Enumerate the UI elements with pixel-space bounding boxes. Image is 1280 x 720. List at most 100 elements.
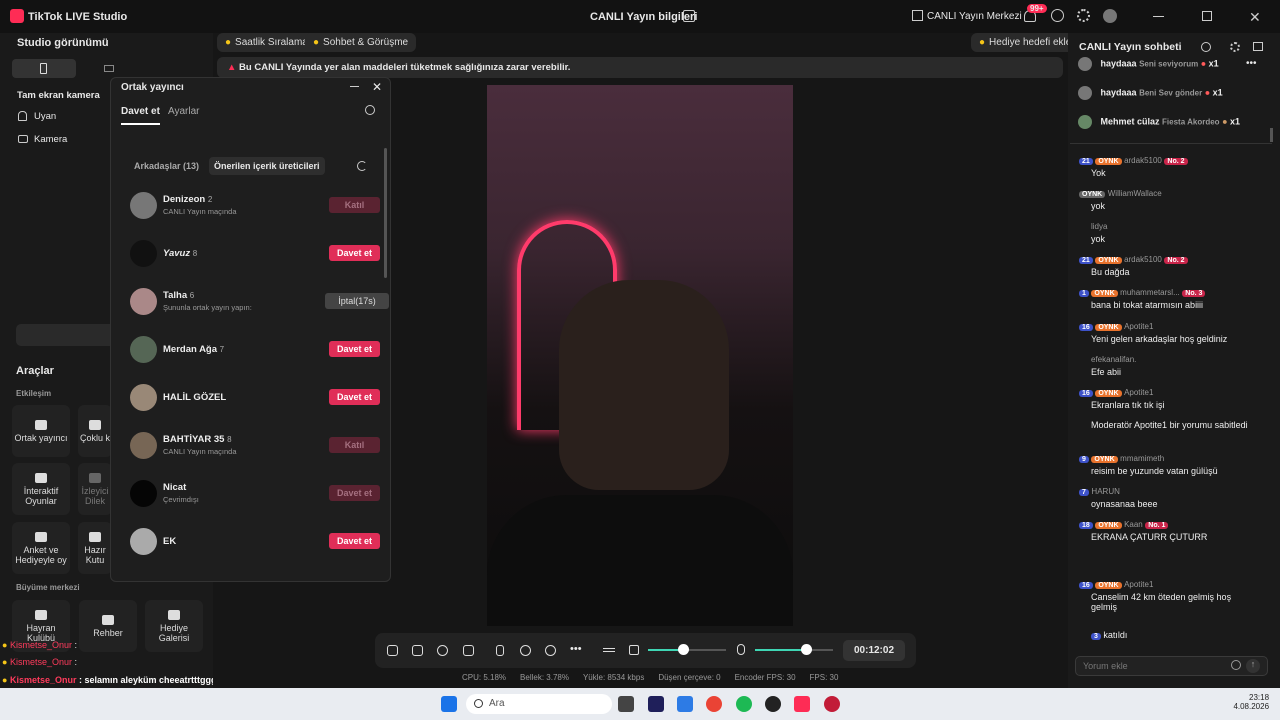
- tab-invite[interactable]: Davet et: [121, 106, 160, 125]
- tool-guide[interactable]: Rehber: [79, 600, 137, 652]
- refresh-icon[interactable]: [357, 161, 367, 171]
- row-sub: Şununla ortak yayın yapın:: [163, 303, 252, 312]
- mail-icon[interactable]: [677, 696, 693, 712]
- chat-text: katıldı: [1103, 630, 1128, 640]
- tool-wishes[interactable]: İzleyici Dilek: [78, 463, 112, 515]
- maximize-icon[interactable]: [1202, 11, 1212, 21]
- invite-button[interactable]: Davet et: [329, 389, 380, 405]
- source-item-uyan[interactable]: Uyan: [34, 111, 56, 122]
- join-button[interactable]: Katıl: [329, 437, 380, 453]
- invite-button[interactable]: Davet et: [329, 341, 380, 357]
- volume-handle[interactable]: [678, 644, 689, 655]
- taskview-icon[interactable]: [618, 696, 634, 712]
- info-icon[interactable]: [1201, 42, 1211, 52]
- close-icon[interactable]: ✕: [1249, 9, 1261, 26]
- tool-co-host[interactable]: Ortak yayıncı: [12, 405, 70, 457]
- live-center-button[interactable]: CANLI Yayın Merkezi: [927, 11, 1022, 22]
- more-icon[interactable]: •••: [1246, 58, 1257, 69]
- phone-icon[interactable]: [496, 645, 504, 656]
- minimize-icon[interactable]: [350, 86, 359, 87]
- effects-icon[interactable]: [387, 645, 398, 656]
- broadcast-icon[interactable]: [545, 645, 556, 656]
- cancel-button[interactable]: İptal(17s): [325, 293, 389, 309]
- chat-meet-button[interactable]: ● Sohbet & Görüşme: [305, 33, 417, 52]
- list-item: BAHTİYAR 35 8 CANLI Yayın maçında Katıl: [130, 425, 380, 465]
- mic-icon[interactable]: [737, 644, 745, 655]
- chat-text: Yok: [1091, 168, 1106, 178]
- send-icon[interactable]: ↑: [1246, 659, 1260, 673]
- mic-handle[interactable]: [801, 644, 812, 655]
- taskbar-search[interactable]: Ara: [466, 694, 612, 714]
- add-icon[interactable]: [463, 645, 474, 656]
- layout-icon[interactable]: [412, 645, 423, 656]
- landscape-icon[interactable]: [104, 65, 114, 72]
- row-count: 6: [189, 291, 195, 300]
- tool-games[interactable]: İnteraktif Oyunlar: [12, 463, 70, 515]
- search-icon[interactable]: [365, 105, 375, 115]
- chat-message: 16 OYNK Apotite1 Canselim 42 km öteden ge…: [1079, 579, 1274, 612]
- suggested-tab[interactable]: Önerilen içerik üreticileri: [209, 157, 325, 175]
- tool-label: İzleyici Dilek: [81, 485, 109, 506]
- chrome-icon[interactable]: [706, 696, 722, 712]
- settings-icon[interactable]: [1077, 9, 1090, 22]
- tool-poll[interactable]: Anket ve Hediyeyle oy: [12, 522, 70, 574]
- level-badge: 7: [1079, 489, 1089, 496]
- record-icon[interactable]: [520, 645, 531, 656]
- tool-multi[interactable]: Çoklu k: [78, 405, 112, 457]
- app-icon[interactable]: [765, 696, 781, 712]
- minimize-icon[interactable]: [1153, 16, 1164, 17]
- friends-tab[interactable]: Arkadaşlar (13): [134, 161, 199, 171]
- studio-view-dropdown[interactable]: Studio görünümü: [17, 37, 109, 49]
- emoji-icon[interactable]: [1231, 660, 1241, 670]
- app-icon[interactable]: [648, 696, 664, 712]
- invite-button[interactable]: Davet et: [329, 245, 380, 261]
- ai-icon[interactable]: [437, 645, 448, 656]
- spotify-icon[interactable]: [736, 696, 752, 712]
- overlay-user: Kismetse_Onur: [9, 675, 77, 685]
- invite-button[interactable]: Davet et: [329, 485, 380, 501]
- more-icon[interactable]: •••: [570, 643, 582, 655]
- engagement-title: Etkileşim: [16, 389, 52, 398]
- list-item: Merdan Ağa 7 Davet et: [130, 329, 380, 369]
- gift-icon: [168, 609, 180, 620]
- settings-icon[interactable]: [1230, 42, 1240, 52]
- share-icon[interactable]: [683, 10, 695, 22]
- chat-message: 16 OYNK Apotite1 Ekranlara tık tık işi: [1079, 387, 1274, 410]
- join-button[interactable]: Katıl: [329, 197, 380, 213]
- help-icon[interactable]: [1051, 9, 1064, 22]
- speaker-icon[interactable]: [629, 645, 639, 655]
- level-badge: 1: [1079, 290, 1089, 297]
- tool-gift-gallery[interactable]: Hediye Galerisi: [145, 600, 203, 652]
- tool-box[interactable]: Hazır Kutu: [78, 522, 112, 574]
- avatar[interactable]: [1103, 9, 1117, 23]
- gift-row: haydaaa Beni Sev gönder ● x1: [1078, 86, 1273, 100]
- clock-time: 23:18: [1249, 693, 1270, 702]
- tiktok-studio-icon[interactable]: [794, 696, 810, 712]
- mixer-icon[interactable]: [603, 648, 615, 652]
- modal-scrollbar[interactable]: [384, 148, 387, 278]
- chat-text: reisim be yuzunde vatan gülüşü: [1091, 466, 1218, 476]
- invite-button[interactable]: Davet et: [329, 533, 380, 549]
- phone-icon: [40, 63, 47, 74]
- live-info-button[interactable]: CANLI Yayın bilgileri: [590, 11, 697, 23]
- fullscreen-camera-label[interactable]: Tam ekran kamera: [17, 90, 100, 101]
- source-item-kamera[interactable]: Kamera: [34, 134, 67, 145]
- avatar: [130, 239, 157, 267]
- chat-text: Efe abii: [1091, 367, 1122, 377]
- windows-start-icon[interactable]: [441, 696, 457, 712]
- popout-icon[interactable]: [1253, 42, 1263, 51]
- overlay-user: Kismetse_Onur: [9, 640, 72, 650]
- chat-message: 3 katıldı: [1079, 630, 1274, 640]
- avatar: [130, 287, 157, 315]
- row-sub: CANLI Yayın maçında: [163, 207, 237, 216]
- camera-icon: [18, 135, 28, 143]
- hourly-ranking-button[interactable]: ● Saatlik Sıralama: [217, 33, 316, 52]
- mic-slider[interactable]: [755, 649, 833, 651]
- gift-goal-button[interactable]: ● Hediye hedefi ekle: [971, 33, 1080, 52]
- tab-settings[interactable]: Ayarlar: [168, 106, 200, 117]
- list-item: Nicat Çevrimdışı Davet et: [130, 473, 380, 513]
- chat-scrollbar[interactable]: [1270, 128, 1273, 142]
- app-icon[interactable]: [824, 696, 840, 712]
- close-icon[interactable]: ✕: [372, 80, 382, 94]
- gift-text: Beni Sev gönder: [1139, 88, 1203, 98]
